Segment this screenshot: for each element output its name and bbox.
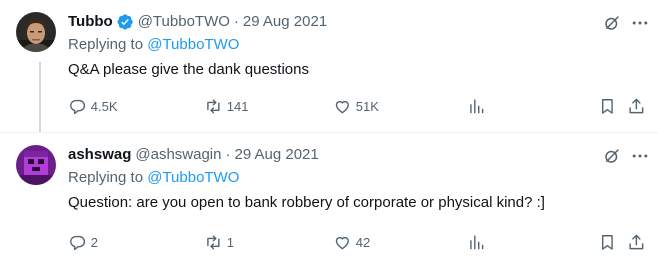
like-icon bbox=[335, 100, 349, 113]
more-icon[interactable] bbox=[630, 13, 650, 33]
tweet-text: Question: are you open to bank robbery o… bbox=[68, 194, 545, 211]
avatar[interactable] bbox=[16, 145, 56, 185]
views-icon bbox=[470, 99, 484, 113]
display-name[interactable]: ashswag bbox=[68, 145, 131, 165]
replying-to-label: Replying to bbox=[68, 36, 148, 53]
tweet-ashswag[interactable]: ashswag @ashswagin · 29 Aug 2021 Replyin… bbox=[0, 133, 658, 266]
bookmark-icon bbox=[601, 98, 613, 114]
user-handle[interactable]: @TubboTWO bbox=[138, 12, 230, 32]
replying-to: Replying to @TubboTWO bbox=[68, 168, 239, 188]
grok-icon[interactable] bbox=[603, 147, 621, 165]
tweet-header: Tubbo @TubboTWO · 29 Aug 2021 bbox=[68, 12, 327, 32]
tweet-text: Q&A please give the dank questions bbox=[68, 61, 309, 78]
views-button[interactable] bbox=[467, 232, 490, 252]
repost-icon bbox=[207, 99, 220, 113]
repost-count: 1 bbox=[226, 234, 234, 250]
repost-icon bbox=[207, 235, 220, 249]
tweet-header: ashswag @ashswagin · 29 Aug 2021 bbox=[68, 145, 319, 165]
share-button[interactable] bbox=[627, 232, 646, 252]
reply-icon bbox=[70, 99, 86, 114]
replying-to: Replying to @TubboTWO bbox=[68, 35, 239, 55]
tweet-date[interactable]: 29 Aug 2021 bbox=[243, 12, 327, 32]
share-button[interactable] bbox=[627, 96, 646, 116]
views-button[interactable] bbox=[467, 96, 490, 116]
replying-to-label: Replying to bbox=[68, 169, 148, 186]
repost-button[interactable]: 141 bbox=[204, 96, 248, 116]
share-icon bbox=[629, 98, 644, 113]
separator-dot: · bbox=[233, 13, 239, 30]
tweet-actions: 2 1 42 bbox=[0, 232, 658, 252]
reply-button[interactable]: 2 bbox=[68, 232, 98, 252]
repost-button[interactable]: 1 bbox=[204, 232, 234, 252]
reply-count: 2 bbox=[90, 234, 98, 250]
tweet-tubbo[interactable]: Tubbo @TubboTWO · 29 Aug 2021 Replying t… bbox=[0, 0, 658, 133]
bookmark-button[interactable] bbox=[598, 96, 617, 116]
tweet-date[interactable]: 29 Aug 2021 bbox=[234, 145, 318, 165]
like-button[interactable]: 51K bbox=[333, 96, 379, 116]
like-count: 51K bbox=[355, 98, 379, 114]
replying-to-mention[interactable]: @TubboTWO bbox=[147, 36, 239, 53]
views-icon bbox=[470, 235, 484, 249]
repost-count: 141 bbox=[226, 98, 249, 114]
display-name[interactable]: Tubbo bbox=[68, 12, 113, 32]
reply-button[interactable]: 4.5K bbox=[68, 96, 118, 116]
tweet-actions: 4.5K 141 51K bbox=[0, 96, 658, 116]
like-count: 42 bbox=[355, 234, 371, 250]
more-icon[interactable] bbox=[630, 146, 650, 166]
user-handle[interactable]: @ashswagin bbox=[135, 145, 221, 165]
verified-badge-icon[interactable] bbox=[116, 13, 134, 31]
bookmark-icon bbox=[601, 234, 613, 250]
avatar[interactable] bbox=[16, 12, 56, 52]
like-icon bbox=[335, 236, 349, 249]
grok-icon[interactable] bbox=[603, 14, 621, 32]
separator-dot: · bbox=[225, 146, 231, 163]
like-button[interactable]: 42 bbox=[333, 232, 370, 252]
share-icon bbox=[629, 234, 644, 249]
reply-count: 4.5K bbox=[90, 98, 118, 114]
replying-to-mention[interactable]: @TubboTWO bbox=[147, 169, 239, 186]
reply-icon bbox=[70, 235, 86, 250]
bookmark-button[interactable] bbox=[598, 232, 617, 252]
